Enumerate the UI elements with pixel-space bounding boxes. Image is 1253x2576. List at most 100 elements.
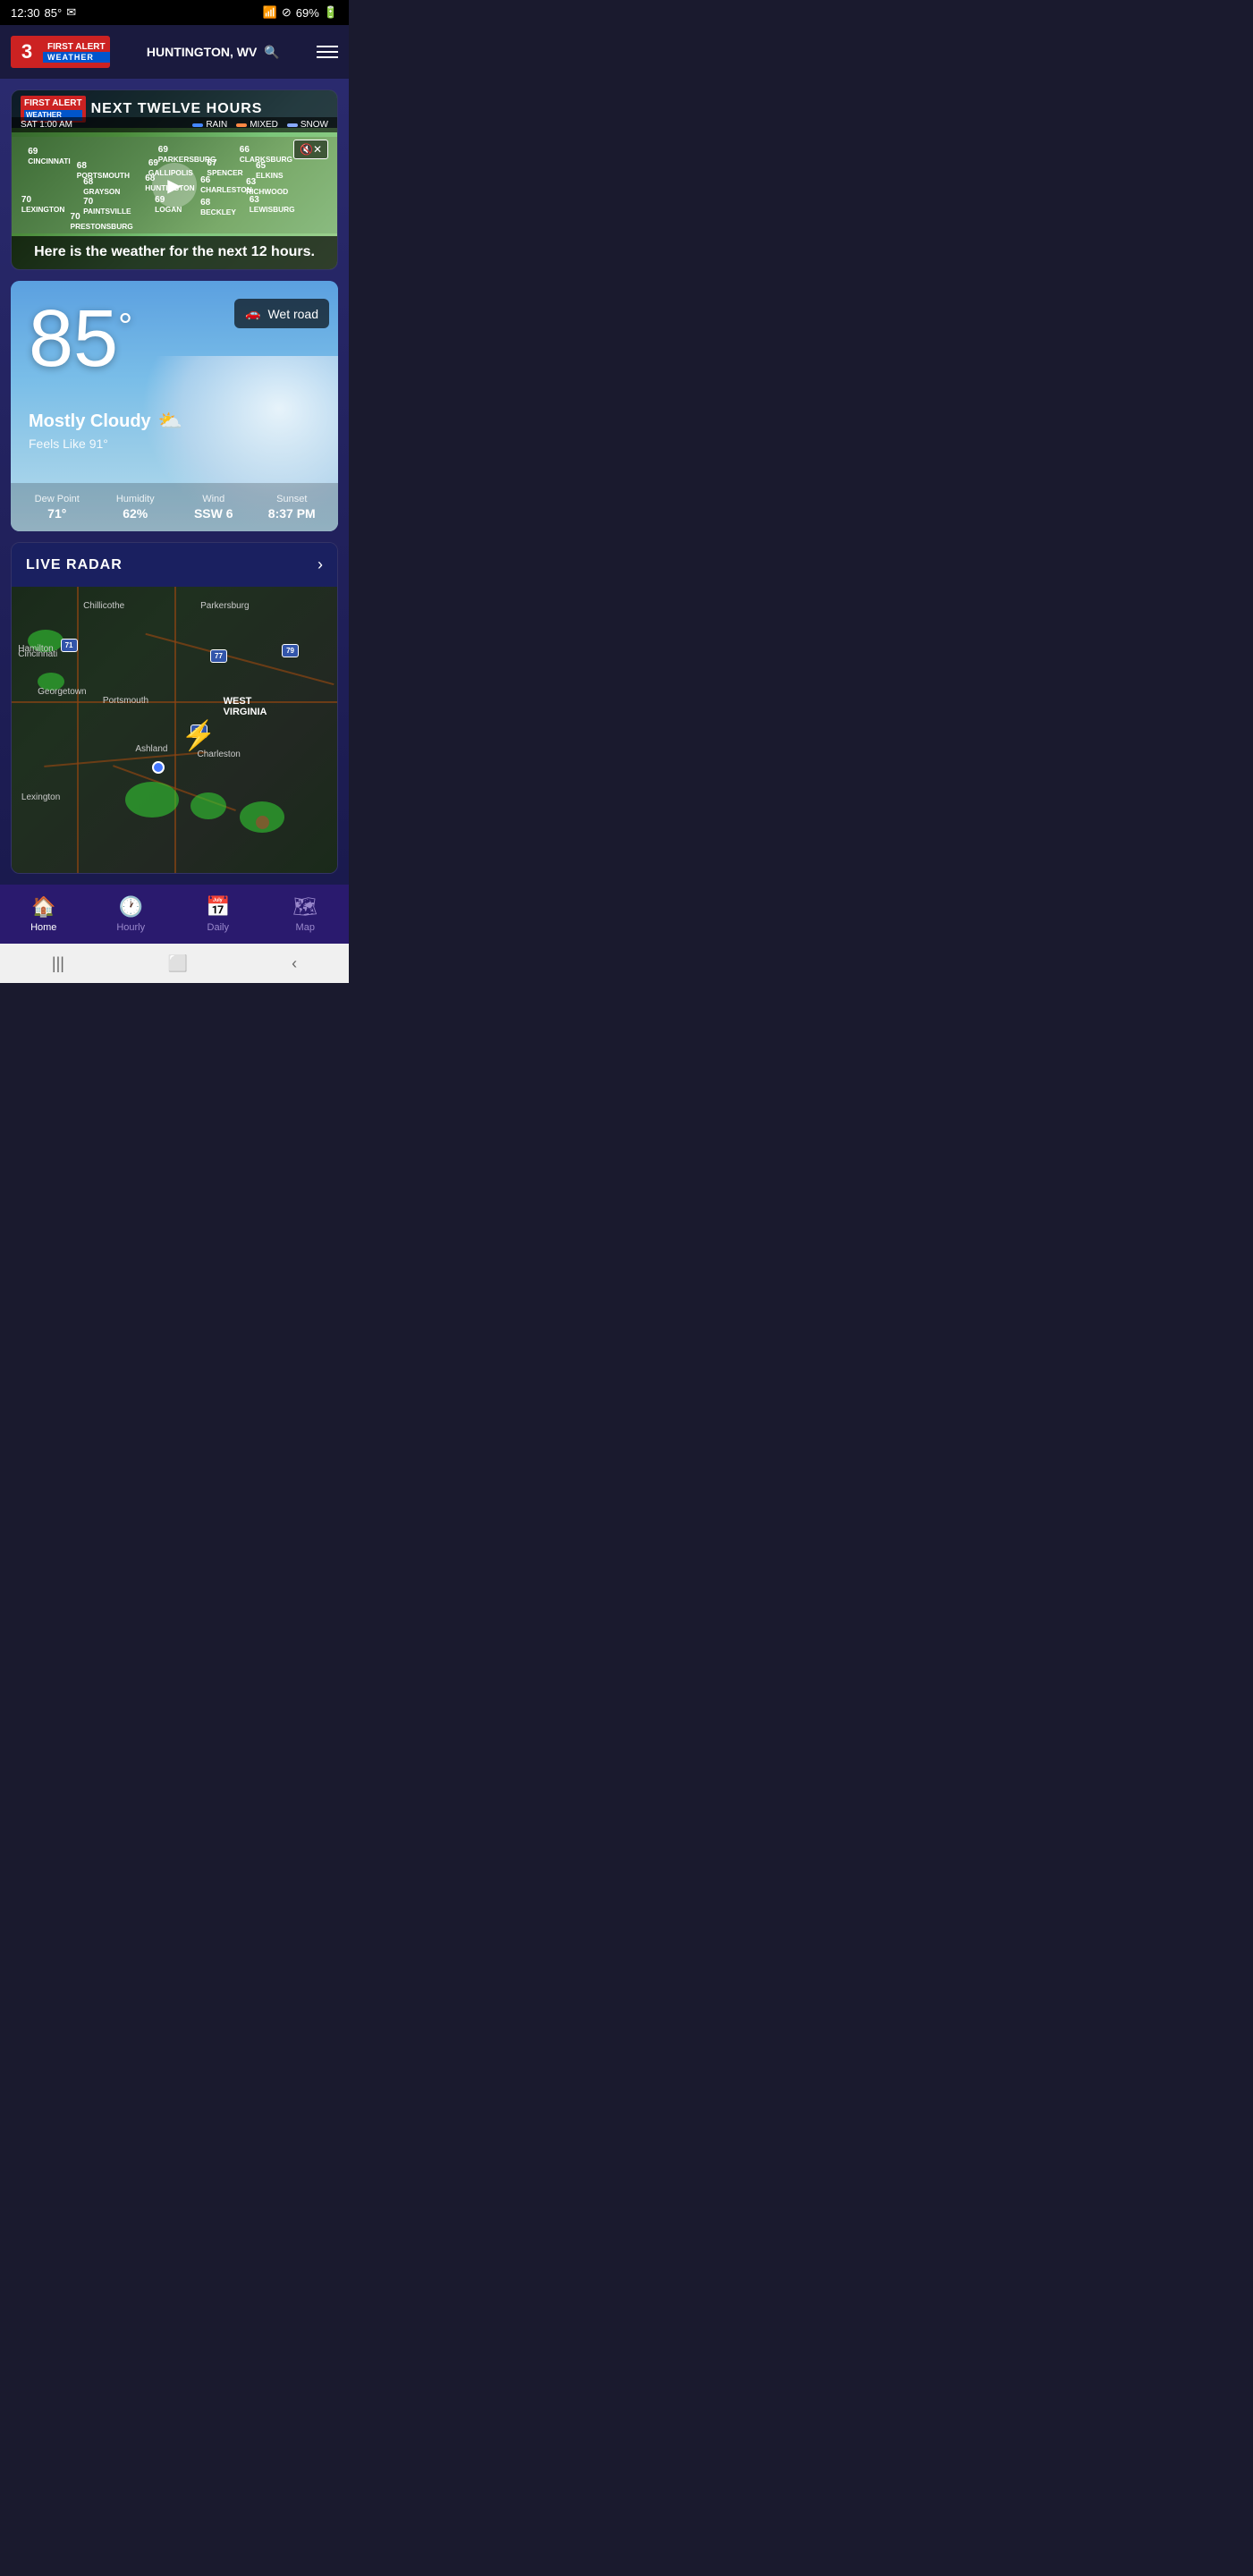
- city-ashland: Ashland: [135, 744, 167, 754]
- radar-spot-3: [125, 782, 179, 818]
- interstate-77-north: 77: [210, 649, 227, 663]
- radar-card: LIVE RADAR › Chillicothe Parkersburg Cin…: [11, 542, 338, 874]
- daily-icon: 📅: [206, 895, 230, 919]
- status-right: 📶 ⊘ 69% 🔋: [263, 5, 338, 20]
- temp-value: 85: [29, 294, 118, 384]
- road-horizontal-1: [12, 701, 337, 703]
- wind-label: Wind: [176, 494, 251, 504]
- radar-map[interactable]: Chillicothe Parkersburg Cincinnati Hamil…: [12, 587, 337, 873]
- legend-rain-label: RAIN: [206, 120, 227, 130]
- video-caption: Here is the weather for the next 12 hour…: [12, 236, 337, 269]
- wind-value: SSW 6: [176, 506, 251, 521]
- first-alert-label: FIRST ALERT: [43, 42, 110, 52]
- temp-grayson: 68GRAYSON: [83, 177, 120, 197]
- search-icon[interactable]: 🔍: [264, 45, 279, 60]
- nav-daily[interactable]: 📅 Daily: [174, 892, 262, 936]
- wifi-icon: 📶: [263, 5, 277, 20]
- daily-label: Daily: [207, 922, 229, 933]
- sunset-label: Sunset: [255, 494, 330, 504]
- condition-row: Mostly Cloudy ⛅: [29, 410, 182, 433]
- status-bar: 12:30 85° ✉ 📶 ⊘ 69% 🔋: [0, 0, 349, 25]
- play-button[interactable]: ▶: [152, 163, 197, 208]
- video-container[interactable]: FIRST ALERT WEATHER NEXT TWELVE HOURS SA…: [12, 90, 337, 269]
- temp-prestonsburg: 70PRESTONSBURG: [71, 212, 133, 232]
- temp-lewisburg: 63LEWISBURG: [250, 195, 295, 215]
- dew-point-value: 71°: [20, 506, 95, 521]
- bottom-navigation: 🏠 Home 🕐 Hourly 📅 Daily 🗺 Map: [0, 885, 349, 944]
- legend-mixed: MIXED: [236, 120, 278, 130]
- weather-label: WEATHER: [43, 52, 110, 63]
- city-georgetown: Georgetown: [38, 687, 86, 697]
- video-time: SAT 1:00 AM: [21, 120, 72, 130]
- temp-beckley: 68BECKLEY: [200, 198, 236, 217]
- temp-cincinnati: 69CINCINNATI: [28, 147, 71, 166]
- video-title: NEXT TWELVE HOURS: [91, 101, 263, 117]
- lightning-icon: ⚡: [181, 718, 216, 752]
- legend-snow-label: SNOW: [301, 120, 328, 130]
- temp-unit: °: [118, 309, 132, 344]
- hourly-label: Hourly: [116, 922, 145, 933]
- home-button[interactable]: ⬜: [168, 954, 188, 973]
- hourly-icon: 🕐: [119, 895, 143, 919]
- sunset-value: 8:37 PM: [255, 506, 330, 521]
- legend-items: RAIN MIXED SNOW: [192, 120, 328, 130]
- weather-card: 🚗 Wet road 85° Mostly Cloudy ⛅ Feels Lik…: [11, 281, 338, 531]
- location-search-area[interactable]: HUNTINGTON, WV 🔍: [147, 45, 280, 60]
- nav-hourly[interactable]: 🕐 Hourly: [88, 892, 175, 936]
- wet-road-text: Wet road: [267, 307, 318, 321]
- temp-charleston: 66CHARLESTON: [200, 175, 252, 195]
- radar-spot-red: [256, 816, 269, 829]
- nav-map[interactable]: 🗺 Map: [262, 892, 350, 936]
- battery-icon: 🔋: [324, 5, 338, 20]
- humidity-label: Humidity: [98, 494, 174, 504]
- city-parkersburg: Parkersburg: [200, 601, 249, 611]
- hamburger-line1: [317, 46, 338, 47]
- badge-first-alert: FIRST ALERT: [24, 97, 82, 109]
- humidity-detail: Humidity 62%: [98, 494, 174, 521]
- radar-header[interactable]: LIVE RADAR ›: [12, 543, 337, 587]
- hamburger-line3: [317, 56, 338, 58]
- time-display: 12:30: [11, 6, 40, 20]
- system-navigation: ||| ⬜ ‹: [0, 944, 349, 983]
- app-logo: 3 FIRST ALERT WEATHER: [11, 36, 110, 68]
- road-vertical-1: [77, 587, 79, 873]
- dnd-icon: ⊘: [282, 5, 292, 20]
- condition-text: Mostly Cloudy: [29, 411, 151, 432]
- sunset-detail: Sunset 8:37 PM: [255, 494, 330, 521]
- radar-arrow-icon: ›: [317, 555, 323, 574]
- legend-mixed-label: MIXED: [250, 120, 278, 130]
- video-caption-text: Here is the weather for the next 12 hour…: [34, 244, 315, 259]
- main-content: FIRST ALERT WEATHER NEXT TWELVE HOURS SA…: [0, 79, 349, 885]
- app-header: 3 FIRST ALERT WEATHER HUNTINGTON, WV 🔍: [0, 25, 349, 79]
- channel-number: 3: [11, 36, 43, 68]
- location-dot: [152, 761, 165, 774]
- nav-home[interactable]: 🏠 Home: [0, 892, 88, 936]
- map-icon: 🗺: [292, 895, 317, 919]
- humidity-value: 62%: [98, 506, 174, 521]
- wet-road-badge: 🚗 Wet road: [234, 299, 329, 328]
- wind-detail: Wind SSW 6: [176, 494, 251, 521]
- temp-lexington: 70LEXINGTON: [21, 195, 64, 215]
- city-portsmouth: Portsmouth: [103, 696, 148, 706]
- video-map: ▶ 69CINCINNATI 69PARKERSBURG 66CLARKSBUR…: [12, 137, 337, 233]
- map-label: Map: [296, 922, 315, 933]
- logo-right: FIRST ALERT WEATHER: [43, 36, 110, 68]
- recent-apps-button[interactable]: |||: [52, 954, 64, 973]
- temp-display: 85°: [45, 6, 63, 20]
- dew-point-label: Dew Point: [20, 494, 95, 504]
- road-vertical-2: [174, 587, 176, 873]
- weather-details: Dew Point 71° Humidity 62% Wind SSW 6 Su…: [11, 483, 338, 531]
- video-card: FIRST ALERT WEATHER NEXT TWELVE HOURS SA…: [11, 89, 338, 270]
- legend-rain: RAIN: [192, 120, 227, 130]
- menu-button[interactable]: [317, 46, 338, 58]
- legend-snow: SNOW: [287, 120, 328, 130]
- dew-point-detail: Dew Point 71°: [20, 494, 95, 521]
- location-text: HUNTINGTON, WV: [147, 45, 257, 59]
- video-time-bar: SAT 1:00 AM RAIN MIXED SNOW: [12, 117, 337, 132]
- status-left: 12:30 85° ✉: [11, 5, 76, 20]
- city-chillicothe: Chillicothe: [83, 601, 124, 611]
- mute-button[interactable]: 🔇✕: [293, 140, 328, 159]
- city-west-virginia: WESTVIRGINIA: [224, 696, 267, 717]
- back-button[interactable]: ‹: [292, 954, 297, 973]
- wet-road-icon: 🚗: [245, 306, 260, 321]
